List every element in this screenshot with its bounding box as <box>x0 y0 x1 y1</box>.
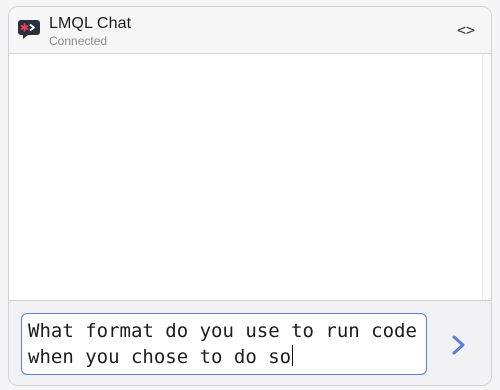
chat-window: LMQL Chat Connected <> What format do yo… <box>8 6 492 386</box>
code-view-toggle-button[interactable]: <> <box>451 19 481 41</box>
message-input[interactable]: What format do you use to run code when … <box>21 313 427 375</box>
header-bar: LMQL Chat Connected <> <box>9 7 491 54</box>
message-input-text: What format do you use to run code when … <box>28 320 417 368</box>
message-list-scrollbar[interactable] <box>482 54 491 300</box>
lmql-logo-icon <box>18 20 40 39</box>
composer-area: What format do you use to run code when … <box>9 301 491 385</box>
text-caret <box>292 345 294 366</box>
send-button[interactable] <box>445 331 473 359</box>
connection-status: Connected <box>49 34 108 48</box>
send-arrow-icon <box>452 335 465 355</box>
message-list <box>9 54 491 301</box>
app-title: LMQL Chat <box>49 15 132 32</box>
